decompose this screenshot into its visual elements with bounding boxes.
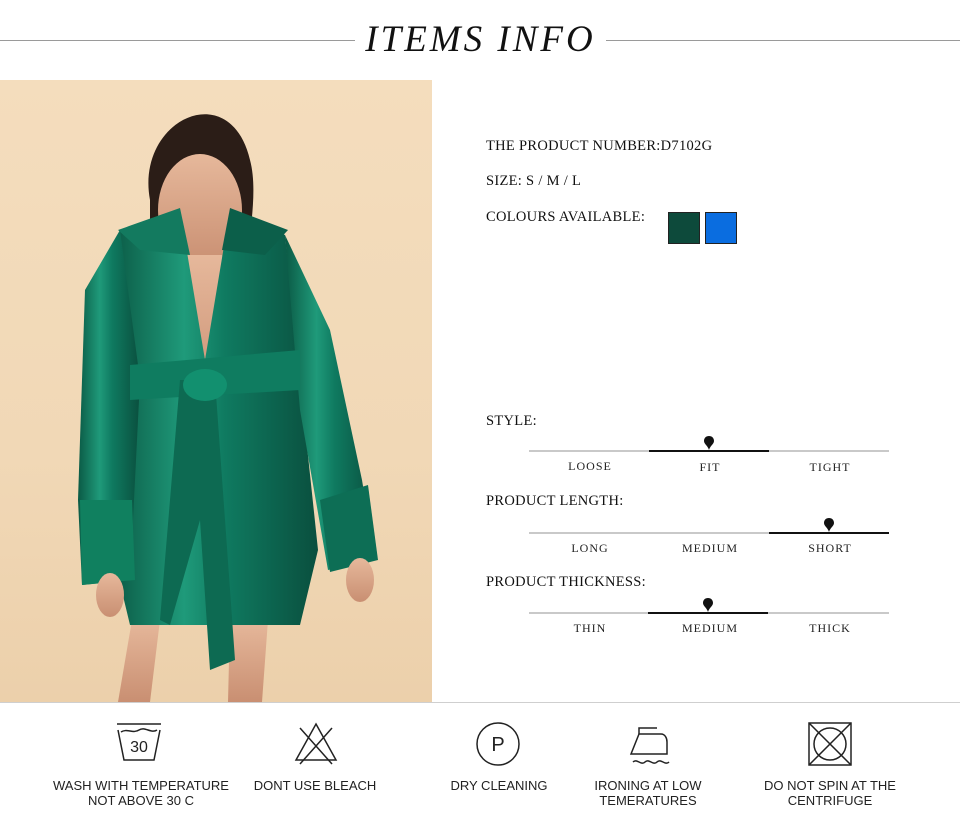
care-divider <box>0 702 960 703</box>
care-label-spin: DO NOT SPIN AT THE CENTRIFUGE <box>764 778 896 808</box>
thickness-option-thick: THICK <box>809 621 851 635</box>
care-label-ironing: IRONING AT LOW TEMERATURES <box>594 778 702 808</box>
length-selected-segment <box>769 532 889 534</box>
page-title: ITEMS INFO <box>365 19 596 60</box>
length-option-long: LONG <box>571 541 609 555</box>
header-rule-left <box>0 40 355 41</box>
wash-temperature-number: 30 <box>130 739 148 756</box>
style-marker-icon <box>704 436 714 450</box>
wash-30-icon: 30 <box>117 723 161 761</box>
colour-swatch-blue[interactable] <box>705 212 737 244</box>
style-title: STYLE: <box>486 413 537 429</box>
thickness-marker-icon <box>703 598 713 612</box>
dry-clean-icon: P <box>476 722 520 766</box>
style-selected-segment <box>649 450 769 452</box>
thickness-selected-segment <box>648 612 768 614</box>
no-spin-icon <box>808 722 852 766</box>
style-option-loose: LOOSE <box>568 459 612 473</box>
size-info: SIZE: S / M / L <box>486 173 582 189</box>
colours-label: COLOURS AVAILABLE: <box>486 209 646 225</box>
product-number: THE PRODUCT NUMBER:D7102G <box>486 138 713 154</box>
length-title: PRODUCT LENGTH: <box>486 493 624 509</box>
product-photo <box>0 80 432 702</box>
style-option-tight: TIGHT <box>809 460 851 474</box>
length-marker-icon <box>824 518 834 532</box>
dry-clean-letter: P <box>491 734 504 756</box>
no-bleach-icon <box>294 722 338 765</box>
length-option-short: SHORT <box>808 541 852 555</box>
style-option-fit: FIT <box>699 460 721 474</box>
colour-swatch-green[interactable] <box>668 212 700 244</box>
thickness-title: PRODUCT THICKNESS: <box>486 574 646 590</box>
length-option-medium: MEDIUM <box>682 541 738 555</box>
header-rule-right <box>606 40 960 41</box>
thickness-option-medium: MEDIUM <box>682 621 738 635</box>
care-label-wash: WASH WITH TEMPERATURE NOT ABOVE 30 C <box>53 778 229 808</box>
iron-low-icon <box>629 727 670 764</box>
thickness-option-thin: THIN <box>573 621 607 635</box>
care-label-bleach: DONT USE BLEACH <box>253 778 377 793</box>
